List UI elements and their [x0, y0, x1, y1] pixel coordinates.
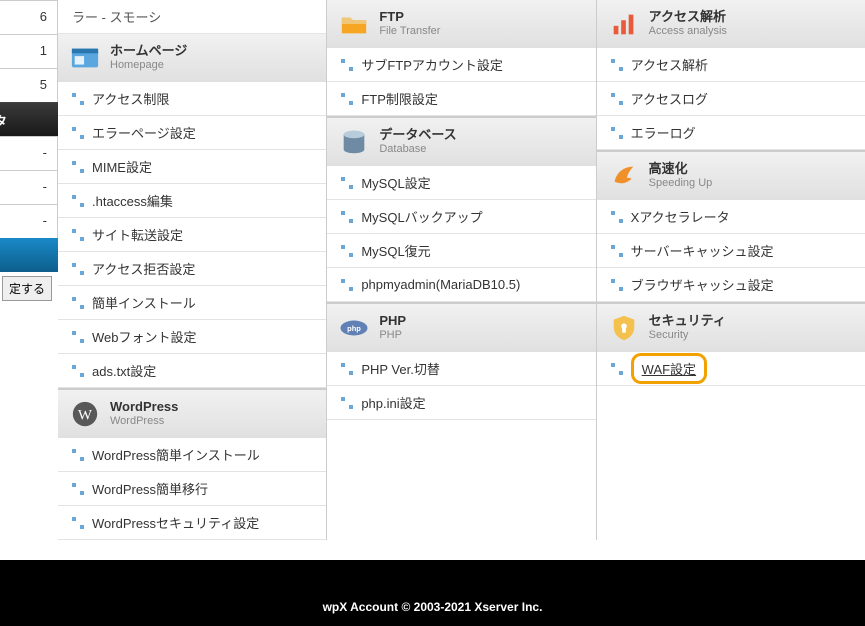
list-item[interactable]: ads.txt設定: [58, 354, 326, 388]
list-item[interactable]: サーバーキャッシュ設定: [597, 234, 865, 268]
list-item[interactable]: phpmyadmin(MariaDB10.5): [327, 268, 595, 302]
stat-cell: 5: [0, 68, 58, 102]
section-title: FTP: [379, 10, 440, 25]
section-header: FTPFile Transfer: [327, 0, 595, 48]
database-icon: [337, 127, 371, 157]
list-item[interactable]: MIME設定: [58, 150, 326, 184]
section-title: ホームページ: [110, 44, 187, 59]
section-title: 高速化: [649, 162, 713, 177]
section-security: セキュリティSecurity WAF設定: [597, 304, 865, 386]
section-access-analysis: アクセス解析Access analysis アクセス解析 アクセスログ エラーロ…: [597, 0, 865, 152]
section-title: データベース: [379, 128, 456, 143]
list-item[interactable]: アクセスログ: [597, 82, 865, 116]
section-header: W WordPressWordPress: [58, 390, 326, 438]
section-database: データベースDatabase MySQL設定 MySQLバックアップ MySQL…: [327, 118, 595, 304]
sidebar-blue-row: [0, 238, 58, 272]
list-item[interactable]: サイト転送設定: [58, 218, 326, 252]
section-header: php PHPPHP: [327, 304, 595, 352]
list-item[interactable]: Xアクセラレータ: [597, 200, 865, 234]
list-item[interactable]: WordPressセキュリティ設定: [58, 506, 326, 540]
chart-icon: [607, 9, 641, 39]
list-item[interactable]: アクセス制限: [58, 82, 326, 116]
section-ftp: FTPFile Transfer サブFTPアカウント設定 FTP制限設定: [327, 0, 595, 118]
stat-cell: -: [0, 136, 58, 170]
list-item[interactable]: FTP制限設定: [327, 82, 595, 116]
list-item[interactable]: Webフォント設定: [58, 320, 326, 354]
section-header: アクセス解析Access analysis: [597, 0, 865, 48]
section-header: 高速化Speeding Up: [597, 152, 865, 200]
speed-icon: [607, 161, 641, 191]
section-subtitle: Security: [649, 329, 726, 342]
sidebar-dark-header: タ: [0, 102, 58, 136]
stat-cell: -: [0, 170, 58, 204]
section-header: ホームページHomepage: [58, 34, 326, 82]
list-item[interactable]: ブラウザキャッシュ設定: [597, 268, 865, 302]
list-item[interactable]: WordPress簡単移行: [58, 472, 326, 506]
section-subtitle: File Transfer: [379, 25, 440, 38]
section-php: php PHPPHP PHP Ver.切替 php.ini設定: [327, 304, 595, 420]
section-title: アクセス解析: [649, 10, 727, 25]
list-item[interactable]: MySQL設定: [327, 166, 595, 200]
wordpress-icon: W: [68, 399, 102, 429]
shield-icon: [607, 313, 641, 343]
list-item[interactable]: PHP Ver.切替: [327, 352, 595, 386]
list-item[interactable]: php.ini設定: [327, 386, 595, 420]
list-item-waf[interactable]: WAF設定: [597, 352, 865, 386]
php-icon: php: [337, 313, 371, 343]
section-subtitle: PHP: [379, 329, 406, 342]
section-title: セキュリティ: [649, 314, 726, 329]
section-subtitle: Speeding Up: [649, 177, 713, 190]
section-wordpress: W WordPressWordPress WordPress簡単インストール W…: [58, 390, 326, 540]
section-header: データベースDatabase: [327, 118, 595, 166]
section-subtitle: WordPress: [110, 415, 178, 428]
folder-icon: [337, 9, 371, 39]
list-item[interactable]: サブFTPアカウント設定: [327, 48, 595, 82]
stat-cell: -: [0, 204, 58, 238]
homepage-icon: [68, 43, 102, 73]
section-title: WordPress: [110, 400, 178, 415]
list-item[interactable]: 簡単インストール: [58, 286, 326, 320]
section-speed: 高速化Speeding Up Xアクセラレータ サーバーキャッシュ設定 ブラウザ…: [597, 152, 865, 304]
list-item[interactable]: エラーページ設定: [58, 116, 326, 150]
section-subtitle: Database: [379, 143, 456, 156]
section-subtitle: Access analysis: [649, 25, 727, 38]
section-subtitle: Homepage: [110, 59, 187, 72]
footer-copyright: wpX Account © 2003-2021 Xserver Inc.: [0, 560, 865, 626]
list-item[interactable]: WordPress簡単インストール: [58, 438, 326, 472]
svg-text:W: W: [78, 408, 93, 424]
set-button[interactable]: 定する: [2, 276, 52, 301]
svg-text:php: php: [347, 324, 361, 333]
stat-cell: 6: [0, 0, 58, 34]
stat-cell: 1: [0, 34, 58, 68]
section-header: セキュリティSecurity: [597, 304, 865, 352]
list-item[interactable]: .htaccess編集: [58, 184, 326, 218]
list-item[interactable]: MySQLバックアップ: [327, 200, 595, 234]
list-item[interactable]: アクセス解析: [597, 48, 865, 82]
section-title: PHP: [379, 314, 406, 329]
list-item[interactable]: エラーログ: [597, 116, 865, 150]
highlight-waf: WAF設定: [631, 353, 707, 384]
left-sidebar-fragment: 6 1 5 タ - - - 定する: [0, 0, 58, 540]
section-homepage: ホームページHomepage アクセス制限 エラーページ設定 MIME設定 .h…: [58, 34, 326, 390]
list-item[interactable]: アクセス拒否設定: [58, 252, 326, 286]
list-item[interactable]: ラー - スモーシ: [58, 0, 326, 34]
list-item[interactable]: MySQL復元: [327, 234, 595, 268]
